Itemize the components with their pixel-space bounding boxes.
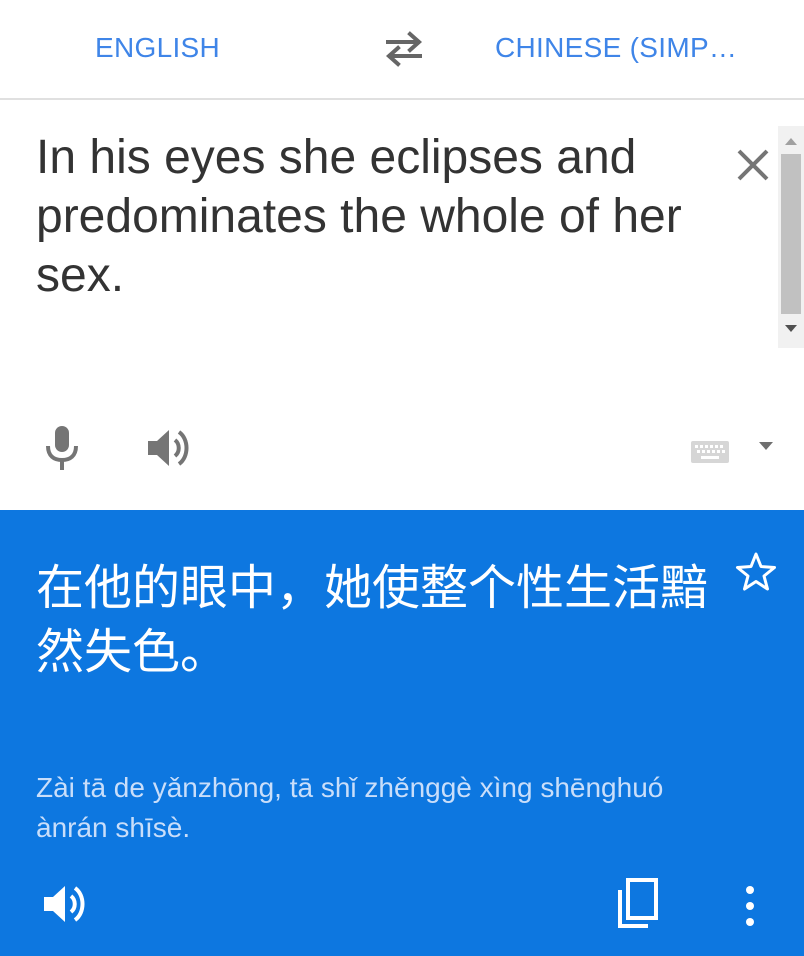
keyboard-dropdown-icon[interactable] (756, 440, 776, 452)
input-scrollbar[interactable] (778, 126, 804, 348)
translation-panel: 在他的眼中，她使整个性生活黯然失色。 Zài tā de yǎnzhōng, t… (0, 510, 804, 956)
scrollbar-thumb[interactable] (781, 154, 801, 314)
swap-arrows-icon[interactable] (382, 28, 426, 68)
keyboard-icon[interactable] (690, 440, 730, 464)
copy-icon[interactable] (614, 876, 662, 932)
more-vert-icon[interactable] (740, 882, 760, 930)
speaker-icon[interactable] (144, 426, 192, 470)
mic-icon[interactable] (42, 424, 82, 472)
speaker-icon[interactable] (40, 882, 88, 926)
close-icon[interactable] (734, 146, 772, 184)
scroll-down-arrow-icon[interactable] (778, 322, 804, 336)
source-language-button[interactable]: ENGLISH (95, 32, 220, 64)
translated-text: 在他的眼中，她使整个性生活黯然失色。 (36, 560, 709, 680)
target-language-button[interactable]: CHINESE (SIMP… (495, 32, 737, 64)
input-panel: In his eyes she eclipses and predominate… (0, 100, 804, 510)
transliteration-text: Zài tā de yǎnzhōng, tā shǐ zhěnggè xìng … (36, 772, 664, 843)
star-outline-icon[interactable] (734, 550, 778, 594)
scroll-up-arrow-icon[interactable] (778, 134, 804, 148)
source-text-input[interactable]: In his eyes she eclipses and predominate… (36, 128, 696, 305)
language-bar: ENGLISH CHINESE (SIMP… (0, 0, 804, 100)
